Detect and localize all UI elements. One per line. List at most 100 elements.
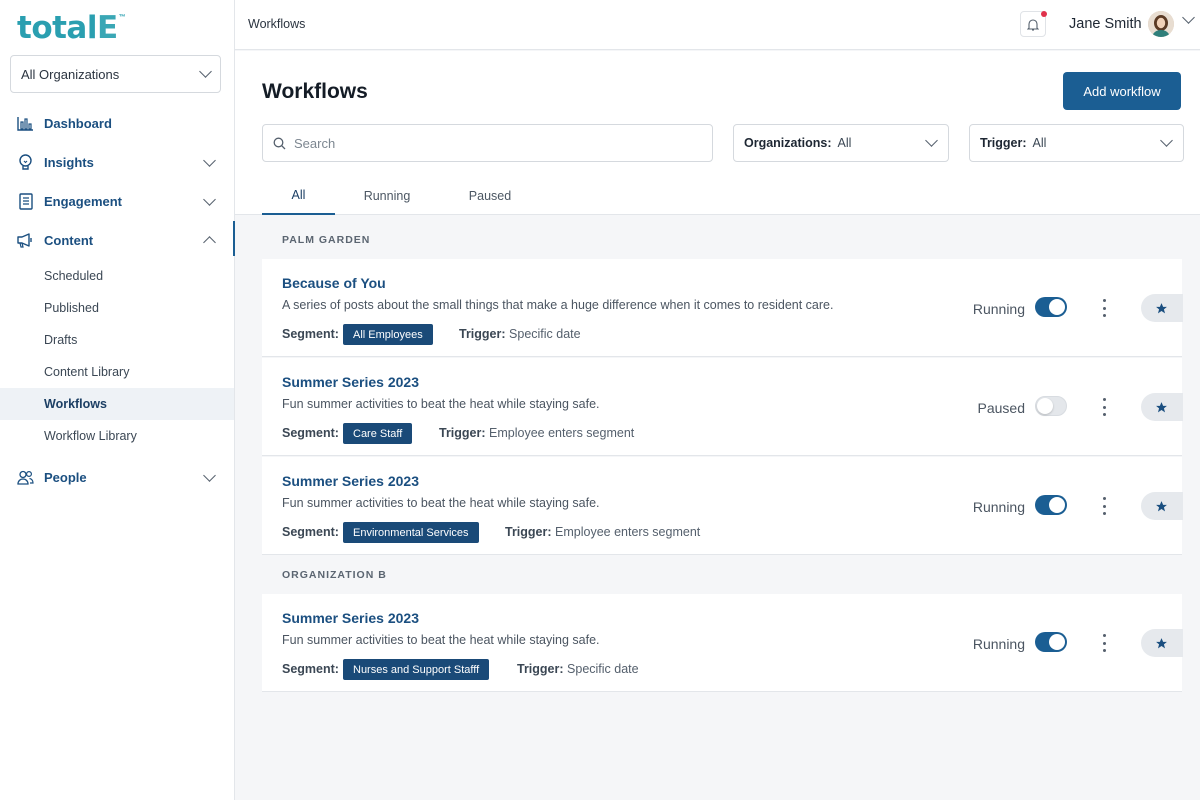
group-label: ORGANIZATION B (282, 569, 387, 581)
segment-badge: Care Staff (343, 423, 413, 444)
trigger-filter[interactable]: Trigger: All (969, 124, 1184, 162)
star-icon (1155, 637, 1167, 648)
workflow-card[interactable]: Because of You A series of posts about t… (262, 259, 1183, 357)
tab-running[interactable]: Running (335, 177, 439, 215)
sidebar-subitem-drafts[interactable]: Drafts (0, 324, 234, 356)
avatar[interactable] (1148, 11, 1174, 37)
workflow-toggle[interactable] (1035, 495, 1067, 515)
toggle-knob (1049, 634, 1065, 650)
workflow-trigger: Trigger: Employee enters segment (505, 525, 700, 539)
add-workflow-button[interactable]: Add workflow (1063, 72, 1181, 110)
workflow-description: Fun summer activities to beat the heat w… (282, 633, 600, 647)
user-name[interactable]: Jane Smith (1069, 16, 1142, 32)
bar-chart-icon (17, 115, 34, 132)
tab-all[interactable]: All (262, 177, 335, 215)
segment-badge: Environmental Services (343, 522, 479, 543)
sidebar-item-people[interactable]: People (0, 458, 234, 497)
sidebar-item-engagement[interactable]: Engagement (0, 182, 234, 221)
workflow-title[interactable]: Summer Series 2023 (282, 374, 419, 390)
organizations-filter-value: All (837, 136, 852, 150)
main-content: Workflows Add workflow Organizations: All… (235, 51, 1200, 800)
segment-badge: All Employees (343, 324, 433, 345)
sidebar-item-insights[interactable]: Insights (0, 143, 234, 182)
sidebar-nav: Dashboard Insights Engagement Content Sc… (0, 104, 235, 497)
workflow-card[interactable]: Summer Series 2023 Fun summer activities… (262, 457, 1183, 555)
trigger-value: Specific date (567, 662, 639, 676)
megaphone-icon (17, 232, 34, 249)
search-input[interactable] (294, 135, 694, 151)
organization-select[interactable]: All Organizations (10, 55, 221, 93)
sidebar-item-label: People (44, 470, 87, 485)
sidebar-subitem-workflows[interactable]: Workflows (0, 388, 234, 420)
workflow-description: Fun summer activities to beat the heat w… (282, 397, 600, 411)
workflow-status: Running (972, 499, 1025, 515)
sidebar-subitem-workflow-library[interactable]: Workflow Library (0, 420, 234, 452)
organizations-filter[interactable]: Organizations: All (733, 124, 949, 162)
organizations-filter-label: Organizations: (744, 136, 832, 150)
logo-text: total (17, 10, 97, 46)
search-box[interactable] (262, 124, 713, 162)
workflow-toggle[interactable] (1035, 297, 1067, 317)
workflow-title[interactable]: Because of You (282, 275, 386, 291)
notification-dot (1041, 11, 1047, 17)
brand-logo[interactable]: totalE ™ (17, 8, 126, 48)
sidebar-item-label: Insights (44, 155, 94, 170)
tab-paused[interactable]: Paused (439, 177, 541, 215)
chevron-down-icon (203, 192, 216, 206)
favorite-button[interactable] (1141, 393, 1183, 421)
more-options-icon[interactable] (1100, 634, 1108, 652)
sidebar-subitem-scheduled[interactable]: Scheduled (0, 260, 234, 292)
toggle-knob (1037, 398, 1053, 414)
chevron-down-icon (1160, 134, 1173, 147)
favorite-button[interactable] (1141, 294, 1183, 322)
lightbulb-icon (17, 154, 34, 171)
segment-label: Segment: (282, 662, 339, 676)
breadcrumb[interactable]: Workflows (248, 17, 305, 31)
chevron-down-icon (203, 468, 216, 482)
sidebar-item-dashboard[interactable]: Dashboard (0, 104, 234, 143)
favorite-button[interactable] (1141, 629, 1183, 657)
trigger-value: Employee enters segment (555, 525, 701, 539)
sidebar-subitem-content-library[interactable]: Content Library (0, 356, 234, 388)
workflow-title[interactable]: Summer Series 2023 (282, 473, 419, 489)
workflow-toggle[interactable] (1035, 396, 1067, 416)
workflow-toggle[interactable] (1035, 632, 1067, 652)
logo-accent: E (96, 10, 118, 46)
top-bar: Workflows Jane Smith (235, 0, 1200, 50)
more-options-icon[interactable] (1100, 398, 1108, 416)
people-icon (17, 469, 34, 486)
sidebar-subitem-published[interactable]: Published (0, 292, 234, 324)
workflow-status: Running (972, 636, 1025, 652)
chevron-down-icon (199, 65, 212, 78)
sidebar-item-label: Engagement (44, 194, 123, 209)
status-tabs: All Running Paused (262, 177, 541, 215)
search-icon (273, 137, 286, 149)
organization-select-value: All Organizations (21, 66, 120, 82)
workflow-title[interactable]: Summer Series 2023 (282, 610, 419, 626)
trigger-filter-value: All (1032, 136, 1047, 150)
workflow-card[interactable]: Summer Series 2023 Fun summer activities… (262, 594, 1183, 692)
bell-icon (1027, 18, 1039, 31)
user-menu-chevron-icon[interactable] (1182, 11, 1195, 24)
workflow-trigger: Trigger: Specific date (517, 662, 639, 676)
workflow-trigger: Trigger: Specific date (459, 327, 581, 341)
sidebar-item-label: Dashboard (44, 116, 112, 131)
segment-badge: Nurses and Support Stafff (343, 659, 490, 680)
notifications-button[interactable] (1020, 11, 1047, 37)
segment-label: Segment: (282, 327, 339, 341)
trigger-label: Trigger: (459, 327, 506, 341)
sidebar-item-content[interactable]: Content (0, 221, 235, 260)
trigger-label: Trigger: (505, 525, 552, 539)
page-header: Workflows Add workflow Organizations: All… (235, 51, 1200, 215)
chevron-down-icon (925, 134, 938, 147)
segment-label: Segment: (282, 426, 339, 440)
favorite-button[interactable] (1141, 492, 1183, 520)
workflow-trigger: Trigger: Employee enters segment (439, 426, 634, 440)
trigger-value: Employee enters segment (489, 426, 635, 440)
more-options-icon[interactable] (1100, 299, 1108, 317)
group-label: PALM GARDEN (282, 234, 371, 246)
more-options-icon[interactable] (1100, 497, 1108, 515)
workflow-card[interactable]: Summer Series 2023 Fun summer activities… (262, 358, 1183, 456)
trigger-filter-label: Trigger: (980, 136, 1027, 150)
segment-label: Segment: (282, 525, 339, 539)
